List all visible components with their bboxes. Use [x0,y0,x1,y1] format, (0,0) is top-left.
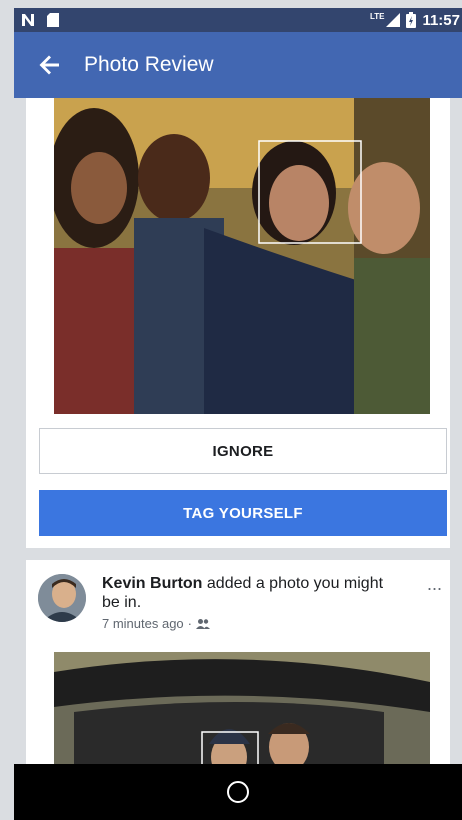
signal-icon [386,13,401,27]
ignore-button[interactable]: IGNORE [39,428,447,474]
post-text: Kevin Burton added a photo you might be … [102,574,402,612]
screen: LTE 11:57 Photo Review IGNORE TAG YOURSE… [0,0,462,820]
sd-card-icon [47,13,59,27]
status-bar: LTE 11:57 [14,8,462,32]
meta-separator: · [187,616,193,631]
more-options-button[interactable]: ... [427,574,442,595]
battery-icon [406,12,417,28]
post-header: Kevin Burton added a photo you might be … [38,574,442,638]
tag-yourself-button[interactable]: TAG YOURSELF [39,490,447,536]
author-name[interactable]: Kevin Burton [102,575,202,592]
friends-audience-icon [196,618,211,629]
post-meta: 7 minutes ago · [102,616,211,631]
app-bar: Photo Review [14,32,462,98]
post-timestamp[interactable]: 7 minutes ago [102,616,184,631]
page-title: Photo Review [84,53,214,76]
post-photo[interactable] [54,652,430,764]
group-photo-image [54,98,430,414]
navigation-bar [14,764,462,820]
back-button[interactable] [26,41,74,89]
home-button[interactable] [227,781,249,803]
group-photo[interactable] [54,98,430,414]
clock: 11:57 [422,11,460,29]
feed[interactable]: IGNORE TAG YOURSELF Kevin Burton added a… [14,98,462,764]
n-logo-icon [22,14,34,26]
photo-review-card: IGNORE TAG YOURSELF [26,98,450,548]
post-card: Kevin Burton added a photo you might be … [26,560,450,764]
post-photo-image [54,652,430,764]
avatar[interactable] [38,574,86,622]
avatar-image [38,574,86,622]
network-type-label: LTE [369,11,385,21]
arrow-left-icon [39,55,59,75]
